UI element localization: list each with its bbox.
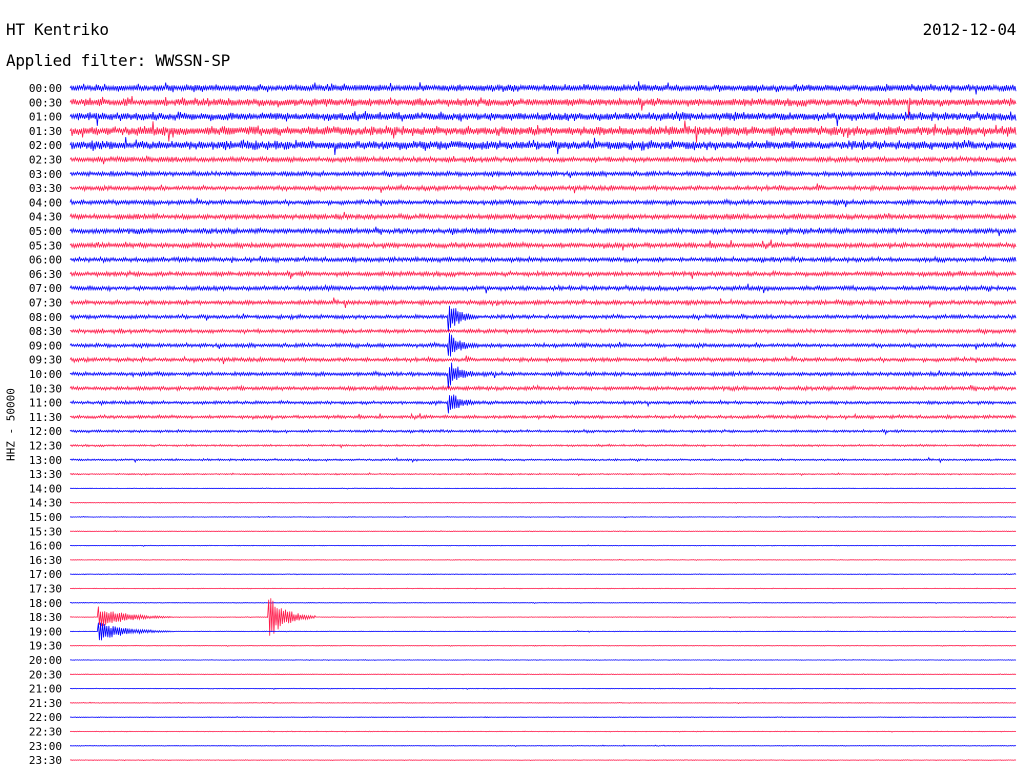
trace-line — [69, 169, 1017, 178]
trace-line — [69, 226, 1017, 237]
trace-line — [69, 673, 1017, 676]
row-time-label: 09:30 — [29, 354, 62, 367]
trace-line — [69, 701, 1017, 705]
row-time-label: 00:00 — [29, 82, 62, 95]
trace-line — [69, 384, 1017, 393]
trace-line — [69, 428, 1017, 436]
trace-line — [69, 659, 1017, 661]
trace-line — [69, 515, 1017, 519]
trace-line — [69, 197, 1017, 208]
trace-line — [69, 456, 1017, 464]
row-time-label: 17:00 — [29, 568, 62, 581]
row-time-label: 01:00 — [29, 111, 62, 124]
trace-line — [69, 730, 1017, 733]
trace-line — [69, 120, 1017, 143]
row-time-label: 00:30 — [29, 96, 62, 109]
row-time-label: 19:30 — [29, 640, 62, 653]
row-time-label: 16:00 — [29, 540, 62, 553]
row-time-label: 19:00 — [29, 625, 62, 638]
row-time-label: 08:30 — [29, 325, 62, 338]
row-time-label: 06:30 — [29, 268, 62, 281]
row-time-label: 05:30 — [29, 239, 62, 252]
trace-line — [69, 572, 1017, 576]
trace-line — [69, 255, 1017, 265]
trace-line — [69, 587, 1017, 590]
trace-line — [69, 111, 1017, 127]
row-time-label: 08:00 — [29, 311, 62, 324]
trace-line — [69, 183, 1017, 194]
row-time-label: 20:00 — [29, 654, 62, 667]
row-time-label: 03:00 — [29, 168, 62, 181]
row-time-label: 22:00 — [29, 711, 62, 724]
trace-line — [69, 716, 1017, 719]
trace-line — [69, 759, 1017, 762]
trace-line — [69, 687, 1017, 690]
row-time-label: 14:30 — [29, 497, 62, 510]
row-time-label: 23:00 — [29, 740, 62, 753]
trace-line — [69, 501, 1017, 504]
row-time-label: 03:30 — [29, 182, 62, 195]
row-time-label: 13:30 — [29, 468, 62, 481]
row-time-label: 13:00 — [29, 454, 62, 467]
row-time-label: 18:30 — [29, 611, 62, 624]
trace-line — [69, 327, 1017, 336]
trace-line — [69, 744, 1017, 748]
trace-line — [69, 297, 1017, 309]
row-time-label: 11:30 — [29, 411, 62, 424]
trace-line — [69, 443, 1017, 449]
row-time-label: 14:00 — [29, 482, 62, 495]
trace-line — [69, 155, 1017, 165]
row-time-label: 10:00 — [29, 368, 62, 381]
trace-line — [69, 269, 1017, 279]
row-time-label: 23:30 — [29, 754, 62, 767]
row-time-label: 12:00 — [29, 425, 62, 438]
row-time-label: 09:00 — [29, 339, 62, 352]
trace-line — [69, 283, 1017, 294]
trace-line — [69, 332, 1017, 357]
trace-line — [69, 487, 1017, 490]
row-time-label: 07:30 — [29, 297, 62, 310]
row-time-label: 02:30 — [29, 154, 62, 167]
row-time-label: 15:30 — [29, 525, 62, 538]
row-time-label: 10:30 — [29, 382, 62, 395]
row-time-label: 21:30 — [29, 697, 62, 710]
row-time-label: 15:00 — [29, 511, 62, 524]
trace-line — [69, 394, 1017, 414]
row-time-label: 18:00 — [29, 597, 62, 610]
row-time-label: 22:30 — [29, 726, 62, 739]
trace-line — [69, 558, 1017, 561]
trace-line — [69, 211, 1017, 221]
trace-line — [69, 544, 1017, 547]
row-time-label: 01:30 — [29, 125, 62, 138]
trace-line — [69, 530, 1017, 533]
row-time-label: 20:30 — [29, 668, 62, 681]
row-time-label: 16:30 — [29, 554, 62, 567]
row-time-label: 04:30 — [29, 211, 62, 224]
trace-line — [69, 598, 1017, 636]
trace-line — [69, 362, 1017, 389]
row-time-label: 04:00 — [29, 196, 62, 209]
row-time-label: 07:00 — [29, 282, 62, 295]
trace-line — [69, 239, 1017, 251]
trace-line — [69, 412, 1017, 421]
row-time-label: 17:30 — [29, 583, 62, 596]
row-time-label: 12:30 — [29, 440, 62, 453]
row-time-label: 02:00 — [29, 139, 62, 152]
row-time-label: 05:00 — [29, 225, 62, 238]
trace-line — [69, 81, 1017, 95]
trace-line — [69, 622, 1017, 641]
trace-line — [69, 601, 1017, 605]
seismogram-plot: 00:0000:30 01:0001:3002:00 02:3003:0003:30… — [29, 81, 1017, 767]
row-time-label: 11:00 — [29, 397, 62, 410]
trace-line — [69, 305, 1017, 333]
trace-line — [69, 644, 1017, 647]
trace-line — [69, 137, 1017, 156]
row-time-label: 21:00 — [29, 683, 62, 696]
trace-line — [69, 355, 1017, 365]
trace-line — [69, 472, 1017, 477]
row-time-label: 06:00 — [29, 254, 62, 267]
